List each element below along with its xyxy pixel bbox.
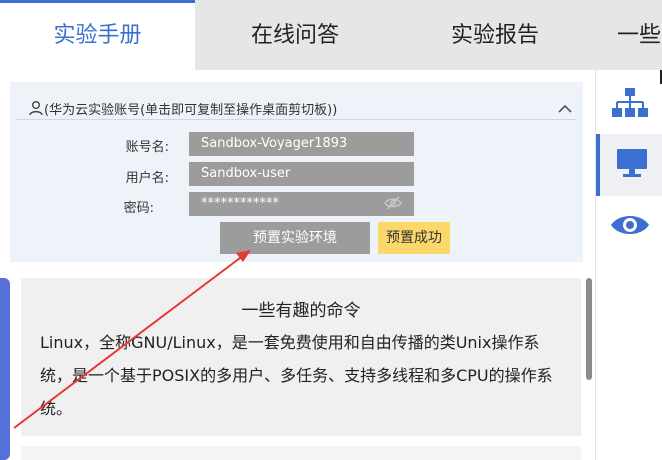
annotation-arrow <box>13 250 251 429</box>
